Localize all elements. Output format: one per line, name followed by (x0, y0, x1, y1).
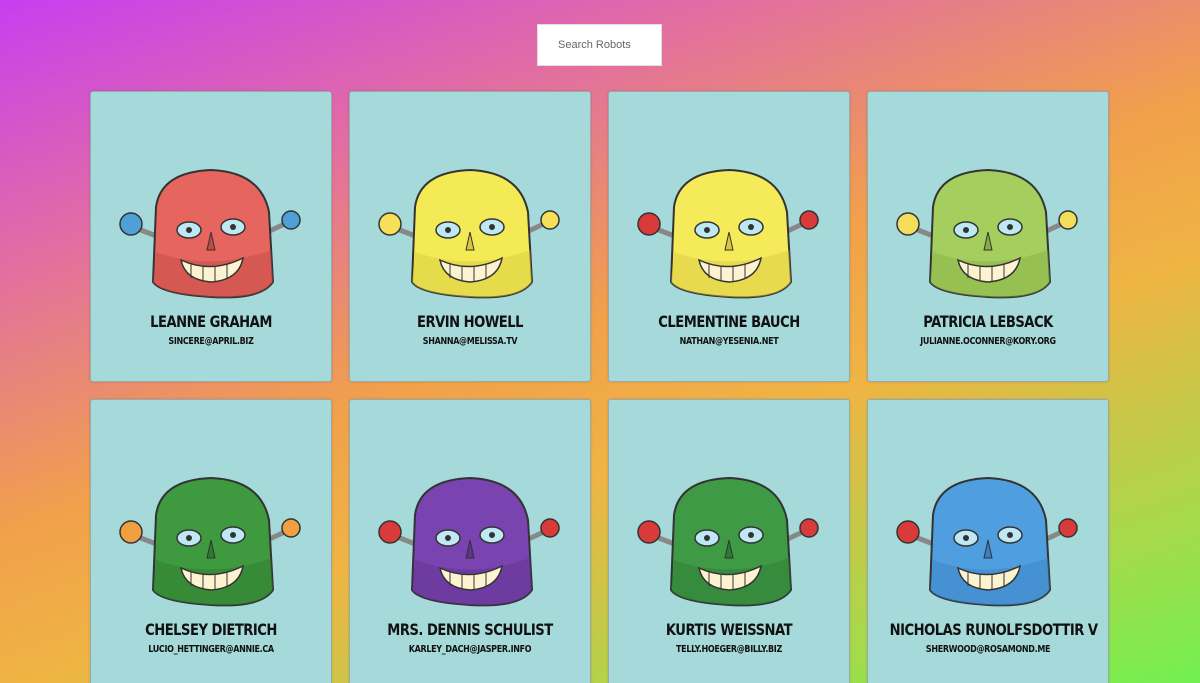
robot-avatar-icon (896, 476, 1078, 607)
robot-card[interactable]: CLEMENTINE BAUCH NATHAN@YESENIA.NET (608, 91, 850, 382)
robot-avatar-icon (378, 476, 560, 607)
robot-name: ERVIN HOWELL (416, 312, 524, 331)
robot-card[interactable]: NICHOLAS RUNOLFSDOTTIR V SHERWOOD@ROSAMO… (867, 399, 1109, 683)
robot-name: NICHOLAS RUNOLFSDOTTIR V (889, 620, 1098, 639)
robot-avatar-icon (637, 476, 819, 607)
robot-name: LEANNE GRAHAM (150, 312, 272, 331)
robot-email: TELLY.HOEGER@BILLY.BIZ (676, 644, 782, 655)
robot-name: CLEMENTINE BAUCH (658, 312, 800, 331)
robot-card[interactable]: KURTIS WEISSNAT TELLY.HOEGER@BILLY.BIZ (608, 399, 850, 683)
robot-card[interactable]: PATRICIA LEBSACK JULIANNE.OCONNER@KORY.O… (867, 91, 1109, 382)
robot-name: KURTIS WEISSNAT (665, 620, 793, 639)
robot-email: JULIANNE.OCONNER@KORY.ORG (920, 336, 1056, 347)
robot-email: SINCERE@APRIL.BIZ (168, 336, 254, 347)
robot-avatar-icon (378, 168, 560, 299)
search-input[interactable] (537, 24, 662, 66)
robot-name: PATRICIA LEBSACK (923, 312, 1053, 331)
robot-card[interactable]: CHELSEY DIETRICH LUCIO_HETTINGER@ANNIE.C… (90, 399, 332, 683)
robot-card[interactable]: ERVIN HOWELL SHANNA@MELISSA.TV (349, 91, 591, 382)
robot-card[interactable]: MRS. DENNIS SCHULIST KARLEY_DACH@JASPER.… (349, 399, 591, 683)
robot-avatar-icon (119, 476, 301, 607)
robot-email: NATHAN@YESENIA.NET (679, 336, 779, 347)
robot-email: SHANNA@MELISSA.TV (422, 336, 518, 347)
robot-avatar-icon (119, 168, 301, 299)
robot-avatar-icon (637, 168, 819, 299)
robot-name: CHELSEY DIETRICH (145, 620, 277, 639)
robot-email: LUCIO_HETTINGER@ANNIE.CA (148, 644, 274, 655)
robot-card[interactable]: LEANNE GRAHAM SINCERE@APRIL.BIZ (90, 91, 332, 382)
robot-avatar-icon (896, 168, 1078, 299)
robot-email: SHERWOOD@ROSAMOND.ME (925, 644, 1051, 655)
robot-name: MRS. DENNIS SCHULIST (387, 620, 553, 639)
robot-email: KARLEY_DACH@JASPER.INFO (408, 644, 532, 655)
